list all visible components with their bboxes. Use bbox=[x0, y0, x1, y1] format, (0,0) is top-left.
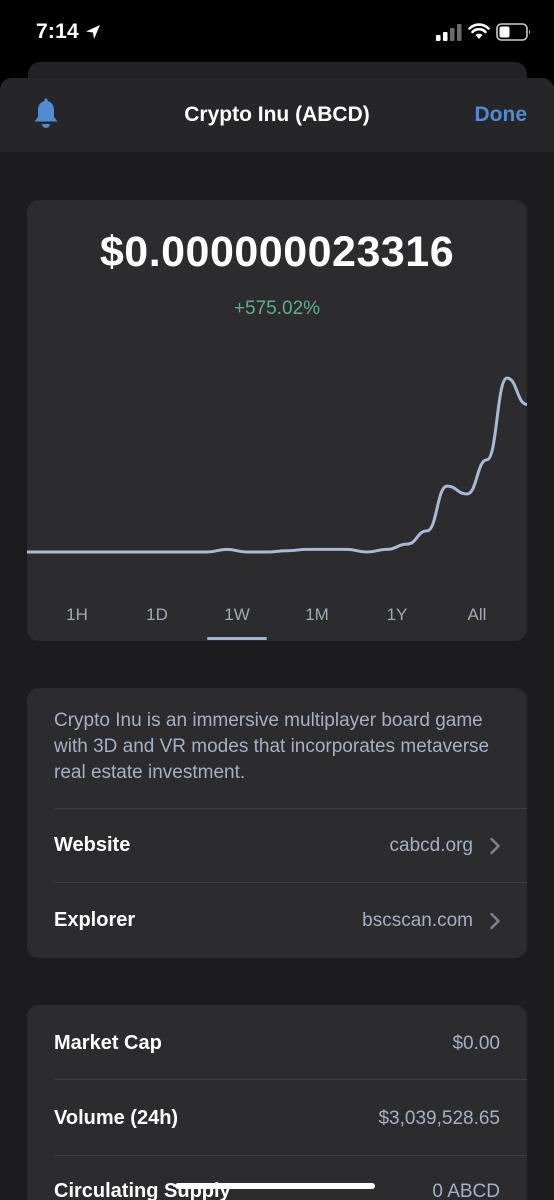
divider bbox=[54, 882, 527, 883]
location-arrow-icon bbox=[86, 25, 100, 39]
nav-title: Crypto Inu (ABCD) bbox=[184, 103, 370, 126]
explorer-value[interactable]: bscscan.com bbox=[362, 910, 473, 932]
market-stats-card: Market Cap $0.00 Volume (24h) $3,039,528… bbox=[27, 1005, 527, 1200]
price-chart-card: $0.000000023316 +575.02% 1H 1D 1W 1M 1Y All bbox=[27, 200, 527, 641]
website-label: Website bbox=[54, 834, 131, 856]
explorer-label: Explorer bbox=[54, 909, 136, 931]
price-series-line bbox=[27, 376, 527, 554]
volume-value: $3,039,528.65 bbox=[378, 1108, 500, 1129]
range-tab-1y[interactable]: 1Y bbox=[367, 605, 427, 625]
signal-icon bbox=[436, 24, 462, 41]
volume-label: Volume (24h) bbox=[54, 1107, 179, 1129]
wifi-icon bbox=[468, 23, 490, 39]
price-change: +575.02% bbox=[233, 298, 321, 319]
chevron-right-icon bbox=[490, 912, 500, 930]
range-tab-all[interactable]: All bbox=[447, 605, 507, 625]
about-card: Crypto Inu is an immersive multiplayer b… bbox=[27, 688, 527, 958]
time-range-tabs: 1H 1D 1W 1M 1Y All bbox=[27, 592, 527, 640]
status-time: 7:14 bbox=[36, 20, 79, 43]
range-tab-1w[interactable]: 1W bbox=[207, 605, 267, 625]
range-tab-1m[interactable]: 1M bbox=[287, 605, 347, 625]
home-indicator[interactable] bbox=[175, 1183, 375, 1189]
range-tab-1d[interactable]: 1D bbox=[127, 605, 187, 625]
market-cap-value: $0.00 bbox=[452, 1033, 500, 1054]
website-value[interactable]: cabcd.org bbox=[390, 835, 473, 857]
battery-icon bbox=[496, 23, 530, 41]
coin-description: Crypto Inu is an immersive multiplayer b… bbox=[54, 710, 490, 783]
selected-range-indicator bbox=[207, 637, 267, 640]
market-cap-label: Market Cap bbox=[54, 1032, 162, 1054]
range-tab-1h[interactable]: 1H bbox=[47, 605, 107, 625]
done-button[interactable]: Done bbox=[475, 103, 528, 127]
divider bbox=[54, 1155, 527, 1156]
price-line-chart bbox=[27, 376, 527, 554]
status-bar: 7:14 bbox=[0, 0, 554, 64]
chevron-right-icon bbox=[490, 837, 500, 855]
nav-bar: Crypto Inu (ABCD) Done bbox=[0, 78, 554, 152]
current-price: $0.000000023316 bbox=[99, 228, 455, 276]
divider bbox=[54, 808, 527, 809]
coin-detail-sheet: Crypto Inu (ABCD) Done $0.000000023316 +… bbox=[0, 78, 554, 1200]
circulating-supply-value: 0 ABCD bbox=[432, 1181, 500, 1200]
divider bbox=[54, 1079, 527, 1080]
